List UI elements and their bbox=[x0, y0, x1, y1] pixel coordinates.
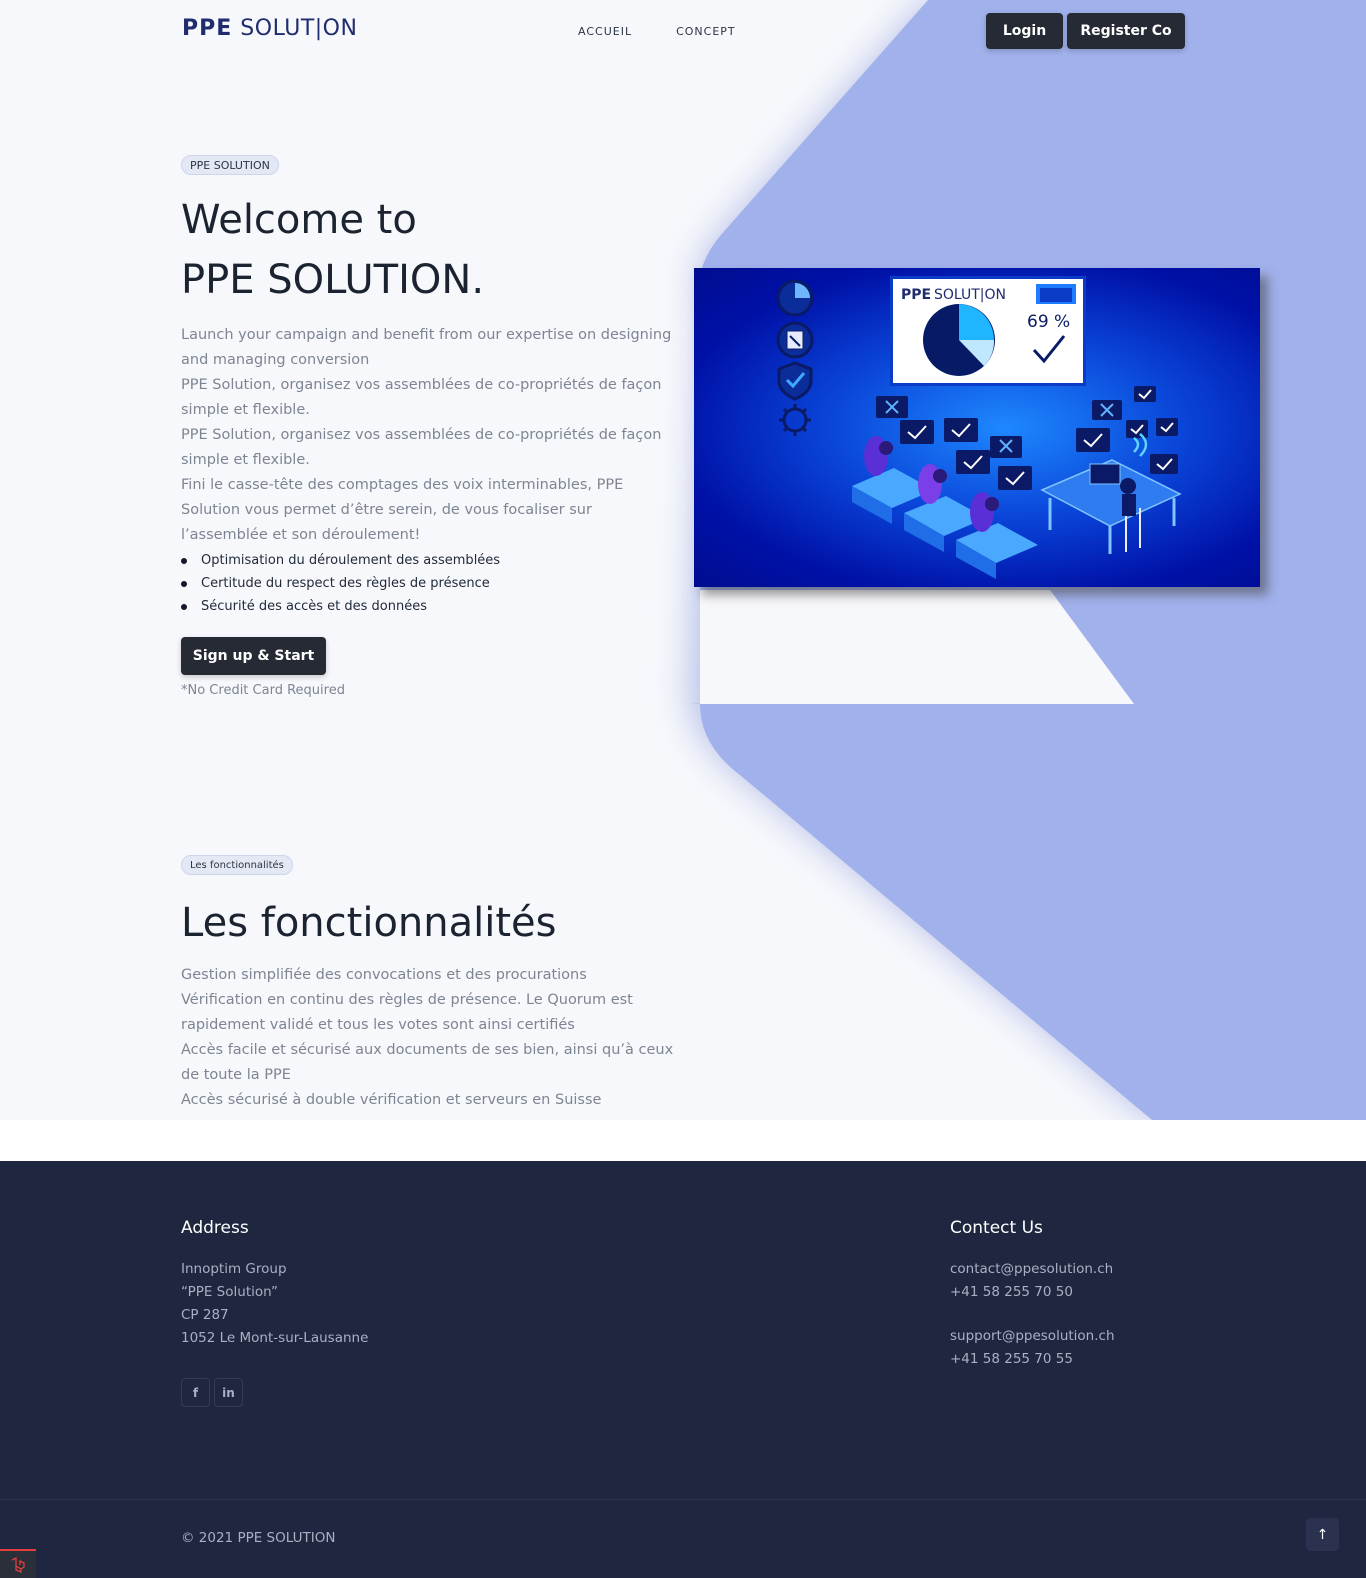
address-line: CP 287 bbox=[181, 1307, 229, 1323]
address-title: Address bbox=[181, 1218, 249, 1238]
hero-illustration: PPE SOLUT|ON 69 % bbox=[694, 268, 1260, 587]
hero-badge: PPE SOLUTION bbox=[181, 155, 279, 175]
presentation-screen: PPE SOLUT|ON 69 % bbox=[890, 276, 1086, 386]
virus-icon bbox=[779, 404, 811, 436]
debugbar-toggle[interactable] bbox=[0, 1549, 36, 1578]
support-phone[interactable]: +41 58 255 70 55 bbox=[950, 1348, 1115, 1371]
contact-phone[interactable]: +41 58 255 70 50 bbox=[950, 1281, 1113, 1304]
facebook-icon[interactable]: f bbox=[181, 1378, 210, 1407]
arrow-up-icon: ↑ bbox=[1316, 1526, 1329, 1543]
back-to-top-button[interactable]: ↑ bbox=[1306, 1518, 1339, 1551]
contact-email-link[interactable]: contact@ppesolution.ch bbox=[950, 1258, 1113, 1281]
site-header: PPE SOLUT|ON ACCUEIL CONCEPT Login Regis… bbox=[0, 0, 1366, 64]
features-badge: Les fonctionnalités bbox=[181, 855, 293, 875]
hero-title: Welcome to PPE SOLUTION. bbox=[181, 190, 484, 310]
hero-paragraph: Fini le casse-tête des comptages des voi… bbox=[181, 477, 624, 543]
address-line: 1052 Le Mont-sur-Lausanne bbox=[181, 1330, 369, 1346]
address-line: Innoptim Group bbox=[181, 1261, 287, 1277]
address-line: “PPE Solution” bbox=[181, 1284, 278, 1300]
feature-paragraph: Vérification en continu des règles de pr… bbox=[181, 992, 633, 1033]
login-button[interactable]: Login bbox=[986, 13, 1063, 49]
screen-logo-solution: SOLUT|ON bbox=[934, 287, 1006, 303]
brand-logo[interactable]: PPE SOLUT|ON bbox=[182, 16, 357, 41]
contact-block-general: contact@ppesolution.ch +41 58 255 70 50 bbox=[950, 1258, 1113, 1304]
laravel-icon bbox=[11, 1556, 25, 1573]
features-description: Gestion simplifiée des convocations et d… bbox=[181, 963, 676, 1113]
address-block: Innoptim Group “PPE Solution” CP 287 105… bbox=[181, 1258, 368, 1350]
hero-bullet-list: Optimisation du déroulement des assemblé… bbox=[181, 549, 500, 618]
hero-description: Launch your campaign and benefit from ou… bbox=[181, 323, 676, 548]
footer-divider bbox=[0, 1499, 1366, 1500]
logo-solution: SOLUT|ON bbox=[240, 16, 358, 41]
list-item: Sécurité des accès et des données bbox=[181, 595, 500, 618]
screen-logo-ppe: PPE bbox=[901, 287, 931, 303]
features-title: Les fonctionnalités bbox=[181, 900, 557, 946]
feature-paragraph: Accès sécurisé à double vérification et … bbox=[181, 1092, 602, 1108]
document-icon bbox=[776, 321, 814, 359]
register-button[interactable]: Register Co bbox=[1067, 13, 1185, 49]
hero-paragraph: PPE Solution, organisez vos assemblées d… bbox=[181, 377, 662, 418]
contact-title: Contect Us bbox=[950, 1218, 1043, 1238]
list-item: Optimisation du déroulement des assemblé… bbox=[181, 549, 500, 572]
logo-ppe: PPE bbox=[182, 16, 233, 41]
hero-paragraph: Launch your campaign and benefit from ou… bbox=[181, 327, 672, 368]
no-credit-card-note: *No Credit Card Required bbox=[181, 683, 345, 698]
screen-percentage: 69 % bbox=[1027, 312, 1070, 332]
site-footer: Address Innoptim Group “PPE Solution” CP… bbox=[0, 1161, 1366, 1578]
hero-paragraph: PPE Solution, organisez vos assemblées d… bbox=[181, 427, 662, 468]
support-email-link[interactable]: support@ppesolution.ch bbox=[950, 1325, 1115, 1348]
desk-with-operator bbox=[1040, 433, 1182, 554]
linkedin-icon[interactable]: in bbox=[214, 1378, 243, 1407]
nav-item-concept[interactable]: CONCEPT bbox=[676, 25, 736, 38]
feature-paragraph: Gestion simplifiée des convocations et d… bbox=[181, 967, 587, 983]
hero-title-line2: PPE SOLUTION. bbox=[181, 257, 485, 303]
signup-start-button[interactable]: Sign up & Start bbox=[181, 637, 326, 675]
main-nav: ACCUEIL CONCEPT bbox=[578, 25, 736, 38]
list-item: Certitude du respect des règles de prése… bbox=[181, 572, 500, 595]
copyright-text: © 2021 PPE SOLUTION bbox=[181, 1530, 336, 1546]
pie-chart-icon bbox=[776, 279, 814, 317]
feature-paragraph: Accès facile et sécurisé aux documents d… bbox=[181, 1042, 674, 1083]
shield-check-icon bbox=[777, 361, 813, 401]
hero-title-line1: Welcome to bbox=[181, 197, 417, 243]
social-links: f in bbox=[181, 1378, 243, 1407]
nav-item-accueil[interactable]: ACCUEIL bbox=[578, 25, 632, 38]
contact-block-support: support@ppesolution.ch +41 58 255 70 55 bbox=[950, 1325, 1115, 1371]
